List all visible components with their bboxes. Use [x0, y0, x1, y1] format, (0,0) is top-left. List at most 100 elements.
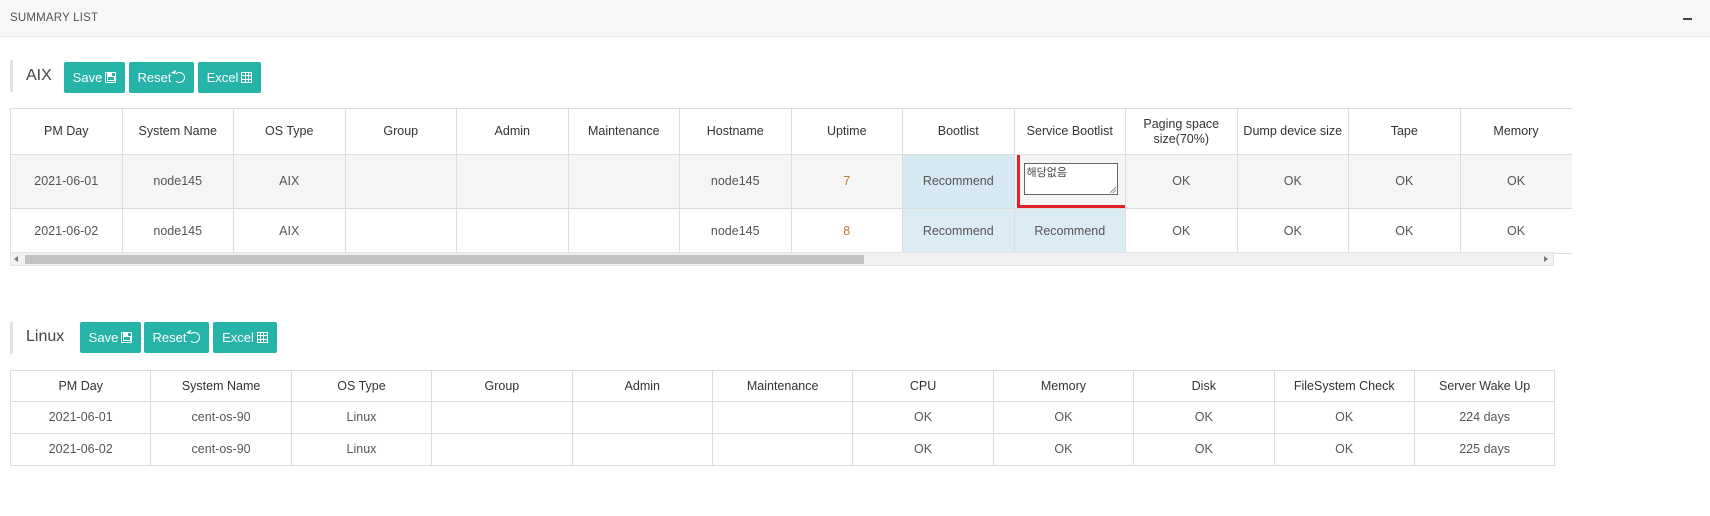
- aix-save-button[interactable]: Save: [64, 62, 125, 93]
- cell-admin[interactable]: [456, 208, 569, 254]
- cell-hostname[interactable]: node145: [679, 154, 792, 209]
- cell-admin[interactable]: [571, 433, 713, 466]
- cell-os-type[interactable]: Linux: [290, 433, 433, 466]
- cell-maintenance[interactable]: [711, 433, 854, 466]
- cell-bootlist[interactable]: Recommend: [902, 154, 1015, 209]
- column-header-system-name[interactable]: System Name: [121, 108, 234, 155]
- cell-memory[interactable]: OK: [1459, 154, 1572, 209]
- cell-os-type[interactable]: AIX: [233, 208, 346, 254]
- cell-pm-day[interactable]: 2021-06-02: [10, 208, 123, 254]
- cell-paging-space[interactable]: OK: [1125, 154, 1238, 209]
- cell-pm-day[interactable]: 2021-06-01: [10, 154, 123, 209]
- scroll-right-arrow-icon[interactable]: [1544, 256, 1548, 262]
- column-header-group[interactable]: Group: [431, 370, 573, 402]
- column-header-admin[interactable]: Admin: [456, 108, 569, 155]
- service-bootlist-textarea[interactable]: 해당없음: [1023, 163, 1118, 195]
- cell-os-type[interactable]: Linux: [290, 401, 433, 434]
- cell-dump-device[interactable]: OK: [1236, 208, 1349, 254]
- cell-admin[interactable]: [571, 401, 713, 434]
- column-header-cpu[interactable]: CPU: [852, 370, 994, 402]
- cell-disk[interactable]: OK: [1133, 433, 1275, 466]
- cell-group[interactable]: [431, 401, 573, 434]
- table-row[interactable]: 2021-06-02 node145 AIX node145 8 Recomme…: [10, 208, 1572, 254]
- column-header-memory[interactable]: Memory: [1459, 108, 1572, 155]
- column-header-dump-device[interactable]: Dump device size: [1236, 108, 1349, 155]
- cell-service-bootlist[interactable]: Recommend: [1013, 208, 1126, 254]
- cell-uptime[interactable]: 7: [790, 154, 903, 209]
- column-header-admin[interactable]: Admin: [571, 370, 713, 402]
- cell-maintenance[interactable]: [711, 401, 854, 434]
- scroll-left-arrow-icon[interactable]: [14, 256, 18, 262]
- linux-summary-table: PM Day System Name OS Type Group Admin M…: [9, 370, 1556, 466]
- column-header-memory[interactable]: Memory: [992, 370, 1135, 402]
- cell-memory[interactable]: OK: [992, 401, 1135, 434]
- cell-maintenance[interactable]: [567, 154, 680, 209]
- cell-disk[interactable]: OK: [1133, 401, 1275, 434]
- cell-filesystem-check[interactable]: OK: [1273, 433, 1415, 466]
- cell-pm-day[interactable]: 2021-06-01: [9, 401, 152, 434]
- column-header-bootlist[interactable]: Bootlist: [902, 108, 1015, 155]
- column-header-group[interactable]: Group: [344, 108, 457, 155]
- column-header-filesystem-check[interactable]: FileSystem Check: [1273, 370, 1415, 402]
- panel-title: SUMMARY LIST: [10, 12, 99, 24]
- service-bootlist-editor: 해당없음: [1015, 155, 1125, 208]
- cell-system-name[interactable]: node145: [121, 208, 234, 254]
- linux-save-button[interactable]: Save: [80, 322, 141, 353]
- reset-button-label: Reset: [137, 70, 172, 85]
- cell-system-name[interactable]: cent-os-90: [150, 401, 292, 434]
- column-header-server-wake-up[interactable]: Server Wake Up: [1413, 370, 1556, 402]
- column-header-system-name[interactable]: System Name: [150, 370, 292, 402]
- cell-server-wake-up[interactable]: 224 days: [1413, 401, 1556, 434]
- cell-cpu[interactable]: OK: [852, 401, 994, 434]
- column-header-disk[interactable]: Disk: [1133, 370, 1275, 402]
- column-header-tape[interactable]: Tape: [1348, 108, 1461, 155]
- table-row[interactable]: 2021-06-01 node145 AIX node145 7 Recomme…: [10, 154, 1572, 209]
- table-row[interactable]: 2021-06-02 cent-os-90 Linux OK OK OK OK …: [9, 433, 1556, 466]
- undo-icon: [189, 332, 201, 343]
- cell-service-bootlist-editing[interactable]: 해당없음: [1013, 154, 1126, 209]
- cell-admin[interactable]: [456, 154, 569, 209]
- excel-button-label: Excel: [206, 70, 239, 85]
- cell-group[interactable]: [431, 433, 573, 466]
- cell-tape[interactable]: OK: [1348, 208, 1461, 254]
- linux-header-row: PM Day System Name OS Type Group Admin M…: [9, 370, 1556, 402]
- column-header-os-type[interactable]: OS Type: [290, 370, 433, 402]
- cell-tape[interactable]: OK: [1348, 154, 1461, 209]
- cell-pm-day[interactable]: 2021-06-02: [9, 433, 152, 466]
- linux-reset-button[interactable]: Reset: [144, 322, 209, 353]
- column-header-uptime[interactable]: Uptime: [790, 108, 903, 155]
- cell-system-name[interactable]: cent-os-90: [150, 433, 292, 466]
- linux-excel-button[interactable]: Excel: [213, 322, 277, 353]
- column-header-pm-day[interactable]: PM Day: [9, 370, 152, 402]
- cell-filesystem-check[interactable]: OK: [1273, 401, 1415, 434]
- minus-icon[interactable]: [1682, 12, 1694, 24]
- scroll-thumb[interactable]: [25, 255, 864, 264]
- column-header-pm-day[interactable]: PM Day: [10, 108, 123, 155]
- column-header-os-type[interactable]: OS Type: [233, 108, 346, 155]
- linux-section-title: Linux: [26, 328, 65, 345]
- cell-uptime[interactable]: 8: [790, 208, 903, 254]
- column-header-hostname[interactable]: Hostname: [679, 108, 792, 155]
- column-header-maintenance[interactable]: Maintenance: [711, 370, 854, 402]
- cell-maintenance[interactable]: [567, 208, 680, 254]
- horizontal-scrollbar[interactable]: [10, 252, 1554, 266]
- cell-paging-space[interactable]: OK: [1125, 208, 1238, 254]
- cell-dump-device[interactable]: OK: [1236, 154, 1349, 209]
- aix-excel-button[interactable]: Excel: [198, 62, 261, 93]
- cell-system-name[interactable]: node145: [121, 154, 234, 209]
- column-header-maintenance[interactable]: Maintenance: [567, 108, 680, 155]
- cell-group[interactable]: [344, 208, 457, 254]
- cell-os-type[interactable]: AIX: [233, 154, 346, 209]
- column-header-paging-space[interactable]: Paging space size(70%): [1125, 108, 1238, 155]
- cell-hostname[interactable]: node145: [679, 208, 792, 254]
- aix-reset-button[interactable]: Reset: [129, 62, 194, 93]
- cell-group[interactable]: [344, 154, 457, 209]
- cell-cpu[interactable]: OK: [852, 433, 994, 466]
- column-header-service-bootlist[interactable]: Service Bootlist: [1013, 108, 1126, 155]
- summary-list-header: SUMMARY LIST: [0, 0, 1710, 37]
- cell-bootlist[interactable]: Recommend: [902, 208, 1015, 254]
- cell-memory[interactable]: OK: [992, 433, 1135, 466]
- cell-server-wake-up[interactable]: 225 days: [1413, 433, 1556, 466]
- table-row[interactable]: 2021-06-01 cent-os-90 Linux OK OK OK OK …: [9, 401, 1556, 434]
- cell-memory[interactable]: OK: [1459, 208, 1572, 254]
